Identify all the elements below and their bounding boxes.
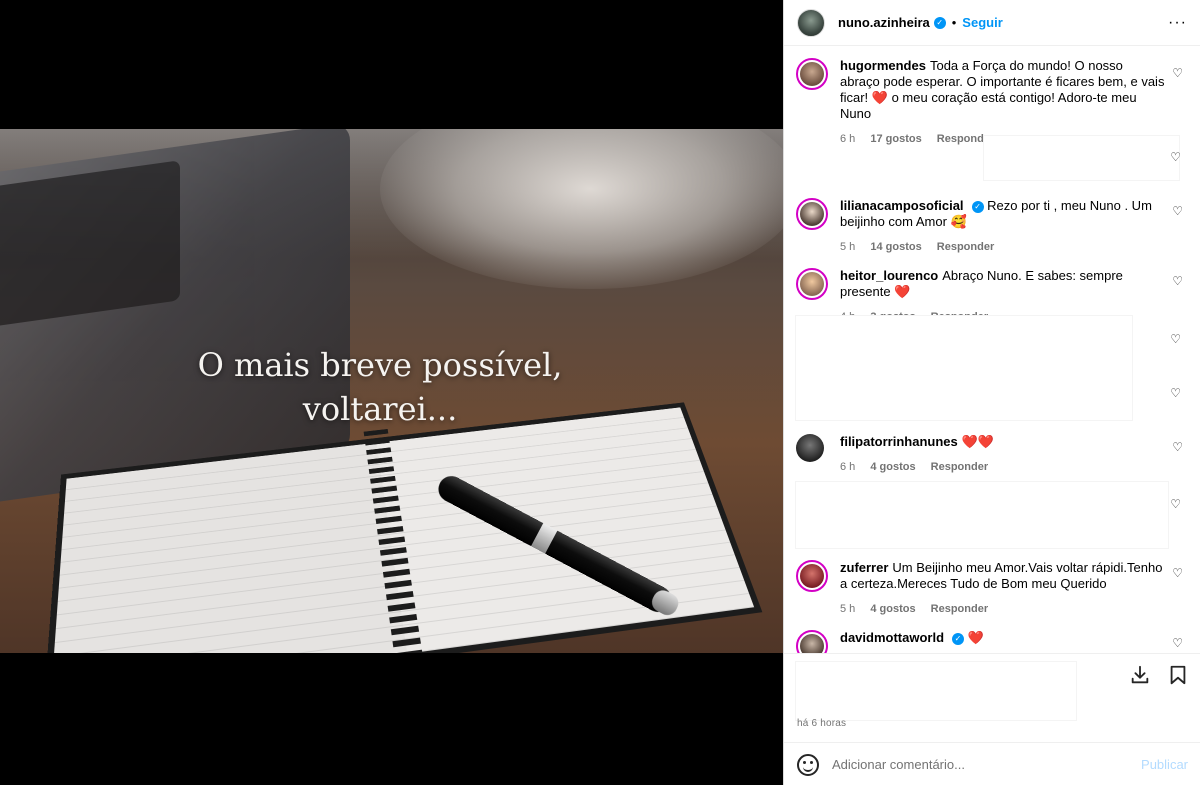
loading-placeholder — [984, 136, 1179, 180]
comment-body: hugormendes Toda a Força do mundo! O noss… — [840, 58, 1165, 147]
commenter-avatar[interactable] — [796, 434, 828, 466]
comment-text: ❤️❤️ — [961, 434, 995, 449]
comments-list[interactable]: hugormendes Toda a Força do mundo! O noss… — [784, 46, 1200, 653]
comment-body: filipatorrinhanunes ❤️❤️ 6 h 4 gostos Res… — [840, 434, 1165, 475]
overlay-line-1: O mais breve possível, — [197, 346, 563, 384]
comment-body: zuferrer Um Beijinho meu Amor.Vais voltar… — [840, 560, 1165, 617]
comment-body: lilianacamposoficial ✓ Rezo por ti , meu … — [840, 198, 1165, 255]
post-side-panel: nuno.azinheira ✓ • Seguir ··· hugormende… — [783, 0, 1200, 785]
comment-likes[interactable]: 14 gostos — [870, 241, 921, 253]
author-avatar[interactable] — [797, 8, 825, 37]
comment-username[interactable]: lilianacamposoficial — [840, 198, 964, 213]
reply-button[interactable]: Responder — [931, 603, 988, 615]
follow-button[interactable]: Seguir — [962, 15, 1002, 30]
overlay-line-2: voltarei... — [302, 390, 458, 428]
like-heart-icon[interactable]: ♡ — [1170, 332, 1181, 346]
like-heart-icon[interactable]: ♡ — [1170, 150, 1181, 164]
comment-meta: 5 h 14 gostos Responder — [840, 239, 1165, 255]
instagram-post-modal: O mais breve possível, voltarei... nuno.… — [0, 0, 1200, 785]
loading-placeholder — [796, 316, 1132, 420]
like-heart-icon[interactable]: ♡ — [1170, 497, 1181, 511]
comment-meta: 5 h 4 gostos Responder — [840, 601, 1165, 617]
like-heart-icon[interactable]: ♡ — [1172, 66, 1183, 80]
more-options-icon[interactable]: ··· — [1168, 14, 1187, 32]
comment-input[interactable] — [832, 757, 1122, 772]
like-heart-icon[interactable]: ♡ — [1172, 440, 1183, 454]
post-timestamp[interactable]: há 6 horas — [797, 718, 846, 729]
commenter-avatar[interactable] — [796, 560, 828, 592]
comment-time[interactable]: 6 h — [840, 133, 855, 145]
post-footer: há 6 horas Publicar — [784, 653, 1200, 785]
comment-likes[interactable]: 4 gostos — [870, 461, 915, 473]
comment-text: ❤️ — [967, 630, 984, 645]
comment-time[interactable]: 5 h — [840, 603, 855, 615]
reply-button[interactable]: Responder — [931, 461, 988, 473]
add-comment-row: Publicar — [784, 742, 1200, 785]
verified-badge-icon: ✓ — [952, 632, 965, 645]
comment-username[interactable]: heitor_lourenco — [840, 268, 938, 283]
image-overlay-text: O mais breve possível, voltarei... — [0, 343, 760, 431]
like-heart-icon[interactable]: ♡ — [1172, 636, 1183, 650]
like-heart-icon[interactable]: ♡ — [1172, 274, 1183, 288]
comment-time[interactable]: 5 h — [840, 241, 855, 253]
commenter-avatar[interactable] — [796, 58, 828, 90]
header-separator: • — [951, 15, 957, 30]
comment-likes[interactable]: 17 gostos — [870, 133, 921, 145]
author-username[interactable]: nuno.azinheira — [838, 15, 930, 30]
image-blurred-lamp — [380, 129, 783, 289]
reply-button[interactable]: Responder — [937, 241, 994, 253]
post-header: nuno.azinheira ✓ • Seguir ··· — [784, 0, 1200, 46]
verified-badge-icon: ✓ — [933, 16, 946, 29]
comment-time[interactable]: 6 h — [840, 461, 855, 473]
loading-placeholder — [796, 482, 1168, 548]
comment-username[interactable]: hugormendes — [840, 58, 926, 73]
like-heart-icon[interactable]: ♡ — [1172, 204, 1183, 218]
publish-button[interactable]: Publicar — [1141, 757, 1188, 772]
emoji-icon[interactable] — [797, 753, 819, 776]
verified-badge-icon: ✓ — [971, 200, 984, 213]
bookmark-icon[interactable] — [1167, 664, 1189, 686]
comment-text: Um Beijinho meu Amor.Vais voltar rápidi.… — [840, 560, 1163, 591]
post-media-panel: O mais breve possível, voltarei... — [0, 0, 783, 785]
download-icon[interactable] — [1129, 664, 1151, 686]
post-actions — [1129, 664, 1189, 686]
commenter-avatar[interactable] — [796, 630, 828, 653]
comment-likes[interactable]: 4 gostos — [870, 603, 915, 615]
commenter-avatar[interactable] — [796, 198, 828, 230]
comment-meta: 6 h 4 gostos Responder — [840, 459, 1165, 475]
like-heart-icon[interactable]: ♡ — [1170, 386, 1181, 400]
comment-username[interactable]: zuferrer — [840, 560, 888, 575]
comment-username[interactable]: davidmottaworld — [840, 630, 944, 645]
comment-body: davidmottaworld ✓ ❤️ — [840, 630, 1165, 646]
loading-placeholder — [796, 662, 1076, 720]
comment-username[interactable]: filipatorrinhanunes — [840, 434, 958, 449]
like-heart-icon[interactable]: ♡ — [1172, 566, 1183, 580]
commenter-avatar[interactable] — [796, 268, 828, 300]
